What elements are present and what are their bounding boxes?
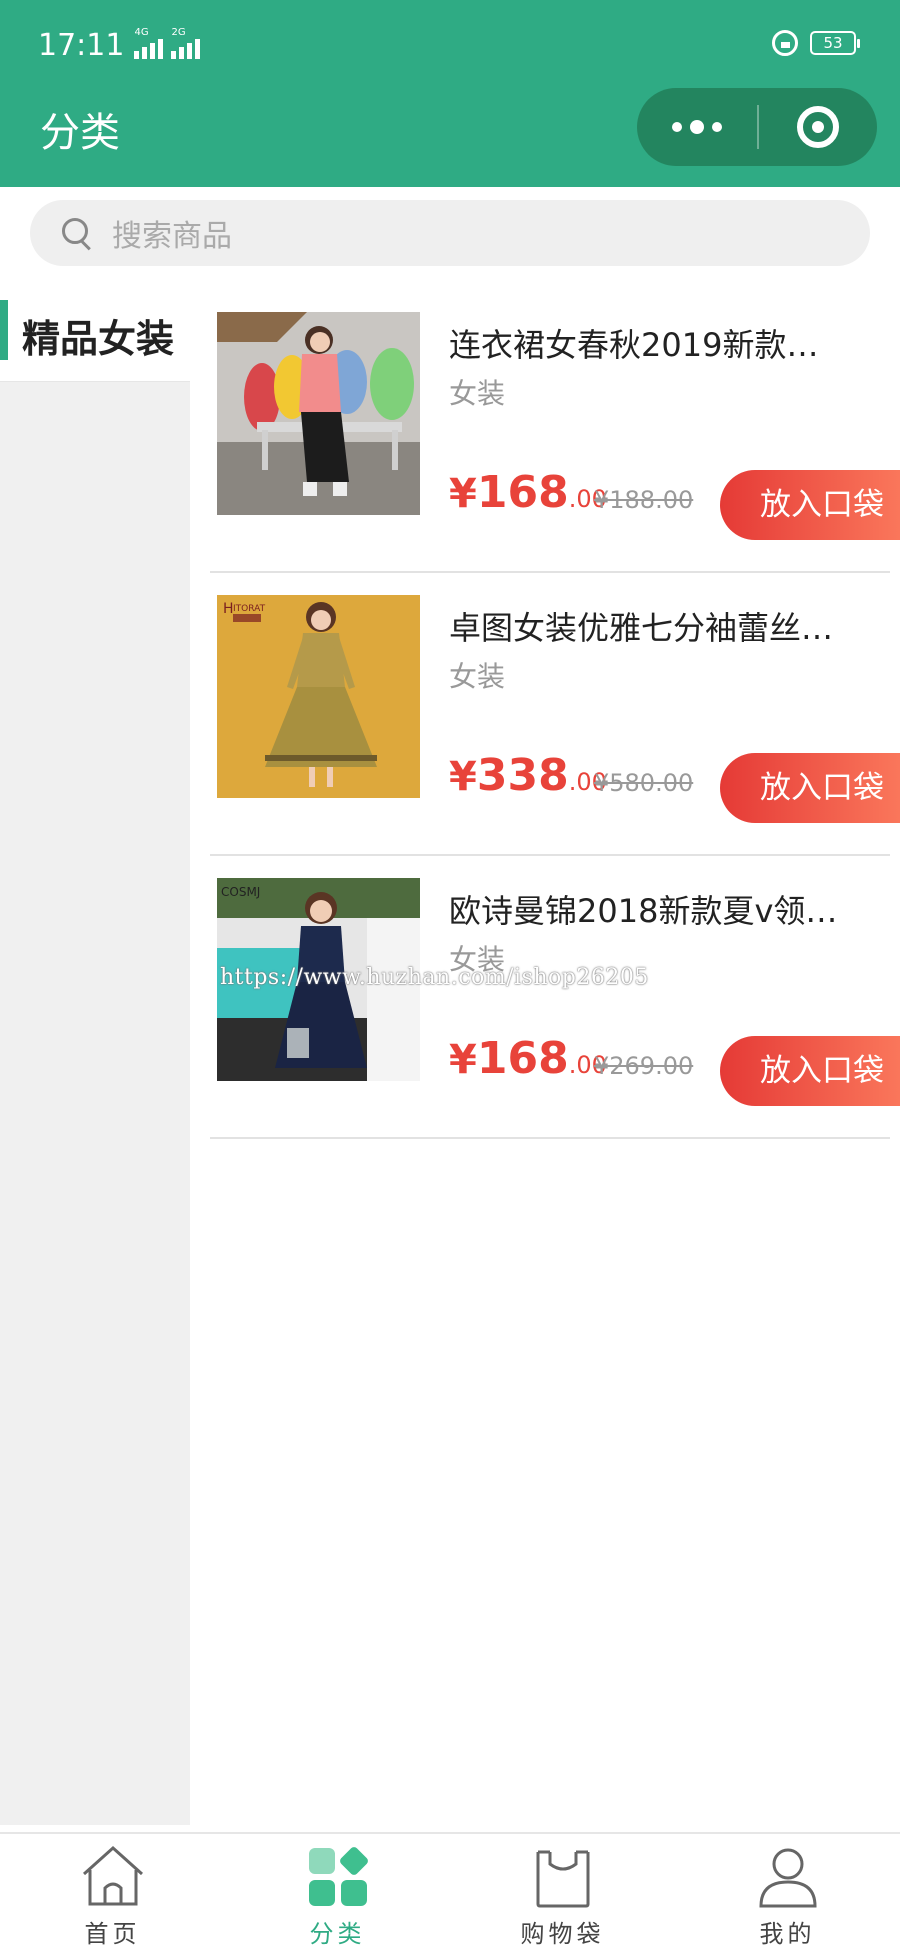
product-item[interactable]: 连衣裙女春秋2019新款… 女装 ¥ 168 .00 ¥188.00 放入口袋 <box>210 290 900 573</box>
user-icon <box>759 1848 817 1908</box>
status-bar: 17:11 4G 2G <box>38 27 201 63</box>
product-name[interactable]: 欧诗曼锦2018新款夏v领… <box>449 886 869 932</box>
category-sidebar: 精品女装 <box>0 290 190 1825</box>
tab-label: 分类 <box>309 1920 366 1948</box>
status-time: 17:11 <box>38 28 125 63</box>
product-image[interactable]: COSMJ <box>217 878 420 1081</box>
add-to-bag-button[interactable]: 放入口袋 <box>720 753 900 823</box>
price-integer: 168 <box>476 467 569 518</box>
more-dot-icon <box>672 122 682 132</box>
product-category: 女装 <box>449 660 506 693</box>
original-price: ¥269.00 <box>594 1052 694 1080</box>
add-to-bag-button[interactable]: 放入口袋 <box>720 1036 900 1106</box>
product-category: 女装 <box>449 943 506 976</box>
home-icon <box>82 1845 144 1906</box>
close-mini-program-button[interactable] <box>759 88 877 166</box>
product-price: ¥ 168 .00 <box>449 1033 607 1084</box>
product-item[interactable]: H ITORAT 卓图女装优雅七分袖蕾丝… 女装 ¥ 338 .00 ¥580.… <box>210 573 900 856</box>
product-price: ¥ 168 .00 <box>449 467 607 518</box>
search-bar[interactable]: 搜索商品 <box>30 200 870 266</box>
more-button[interactable] <box>637 88 757 166</box>
original-price: ¥580.00 <box>594 769 694 797</box>
product-image[interactable] <box>217 312 420 515</box>
network-type-1: 4G <box>134 26 149 38</box>
product-list: 连衣裙女春秋2019新款… 女装 ¥ 168 .00 ¥188.00 放入口袋 … <box>210 290 900 1139</box>
tab-my[interactable]: 我的 <box>675 1834 900 1950</box>
price-currency: ¥ <box>449 471 477 517</box>
rotation-lock-icon <box>772 30 798 56</box>
original-price: ¥188.00 <box>594 486 694 514</box>
sidebar-item-women-clothing[interactable]: 精品女装 <box>0 290 190 382</box>
product-category: 女装 <box>449 377 506 410</box>
product-price: ¥ 338 .00 <box>449 750 607 801</box>
price-currency: ¥ <box>449 1037 477 1083</box>
product-name[interactable]: 卓图女装优雅七分袖蕾丝… <box>449 603 869 649</box>
svg-text:H: H <box>223 601 234 617</box>
tab-label: 首页 <box>84 1920 141 1948</box>
target-icon <box>797 106 839 148</box>
price-integer: 338 <box>476 750 569 801</box>
category-icon <box>309 1847 368 1906</box>
battery-icon: 53 <box>810 31 860 55</box>
tab-home[interactable]: 首页 <box>0 1834 225 1950</box>
search-icon <box>62 218 92 248</box>
svg-text:COSMJ: COSMJ <box>221 885 260 899</box>
tab-category[interactable]: 分类 <box>225 1834 450 1950</box>
signal-icon: 4G <box>134 27 164 59</box>
svg-text:ITORAT: ITORAT <box>233 604 266 614</box>
search-input[interactable]: 搜索商品 <box>112 211 232 255</box>
sidebar-item-label: 精品女装 <box>22 317 175 361</box>
tab-shopping-bag[interactable]: 购物袋 <box>450 1834 675 1950</box>
more-dot-icon <box>712 122 722 132</box>
add-to-bag-button[interactable]: 放入口袋 <box>720 470 900 540</box>
page-title: 分类 <box>40 110 120 156</box>
tab-label: 我的 <box>759 1920 816 1948</box>
network-indicators: 4G 2G <box>134 27 201 59</box>
price-integer: 168 <box>476 1033 569 1084</box>
active-indicator <box>0 300 8 360</box>
battery-level: 53 <box>823 34 843 52</box>
bottom-tab-bar: 首页 分类 购物袋 我的 <box>0 1832 900 1950</box>
product-image[interactable]: H ITORAT <box>217 595 420 798</box>
network-type-2: 2G <box>171 26 186 38</box>
mini-program-capsule <box>637 88 877 166</box>
product-name[interactable]: 连衣裙女春秋2019新款… <box>449 320 869 366</box>
price-currency: ¥ <box>449 754 477 800</box>
tab-label: 购物袋 <box>520 1920 605 1948</box>
status-right: 53 <box>772 30 860 56</box>
product-item[interactable]: COSMJ 欧诗曼锦2018新款夏v领… 女装 ¥ 168 .00 ¥269.0… <box>210 856 900 1139</box>
top-bar: 17:11 4G 2G 53 分类 <box>0 0 900 187</box>
more-dot-icon <box>690 120 704 134</box>
shopping-bag-icon <box>536 1850 590 1908</box>
signal-icon: 2G <box>171 27 201 59</box>
